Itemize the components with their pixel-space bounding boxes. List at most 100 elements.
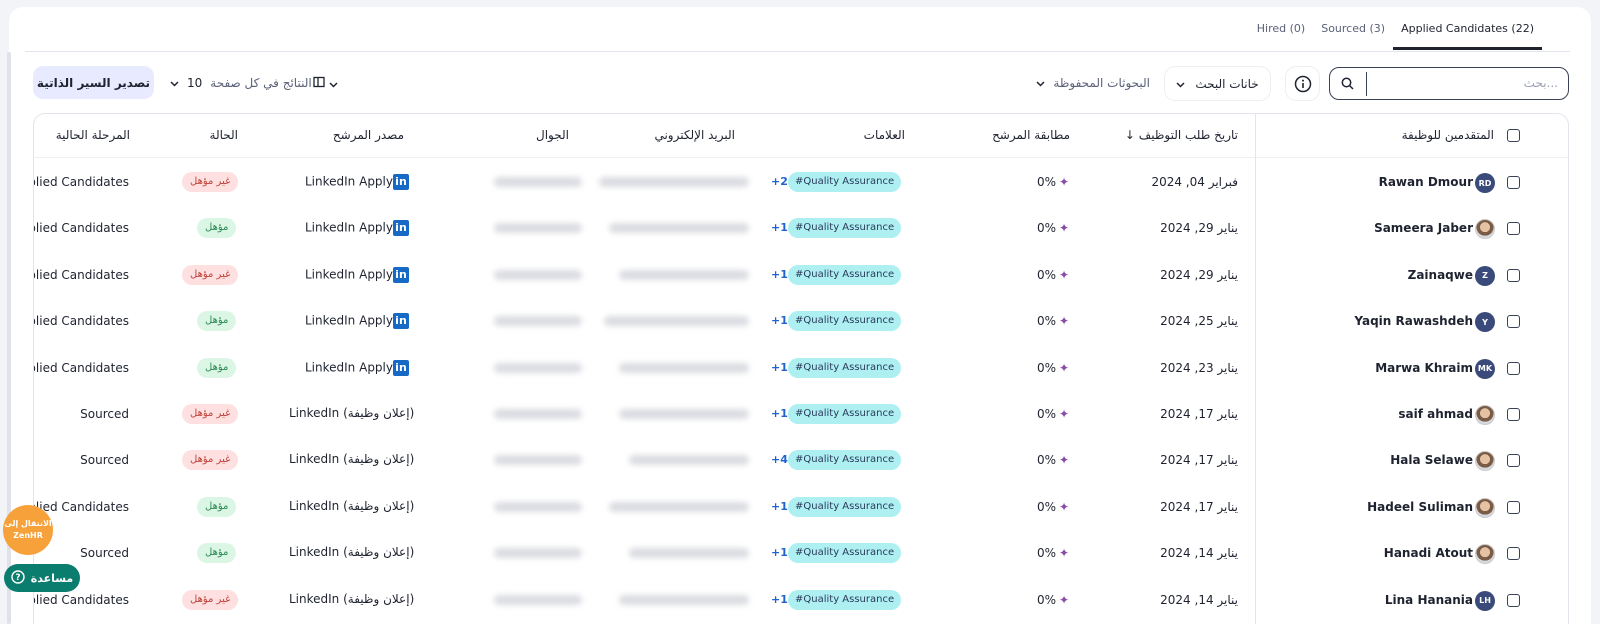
svg-text:?: ? [15,573,20,583]
search-fields-button[interactable]: خانات البحث [1165,67,1270,100]
more-tags-count[interactable]: +1 [771,407,788,420]
header-apply-date[interactable]: تاريخ طلب التوظيف ↓ [1125,128,1238,142]
tag-chip[interactable]: #Quality Assurance [788,404,902,424]
saved-searches-label: البحوثات المحفوظة [1053,76,1150,90]
more-tags-count[interactable]: +1 [771,314,788,327]
switch-to-zenhr-button[interactable]: الانتقال إلى ZenHR [3,505,53,555]
tag-chip[interactable]: #Quality Assurance [788,450,902,471]
columns-toggle[interactable] [313,76,338,91]
table-row[interactable]: saif ahmad يناير 17, 2024 ✦ 0% #Quality … [34,391,1568,437]
row-checkbox[interactable] [1507,361,1520,375]
table-row[interactable]: MK Marwa Khraim يناير 23, 2024 ✦ 0% #Qua… [34,345,1568,391]
row-checkbox[interactable] [1507,593,1520,607]
search-input[interactable]: بحث... [1524,76,1558,90]
more-tags-count[interactable]: +1 [771,221,788,234]
candidate-name[interactable]: Yaqin Rawashdeh [1354,314,1473,328]
tab-sourced[interactable]: (3) Sourced [1313,14,1393,50]
saved-searches-dropdown[interactable]: البحوثات المحفوظة [1036,76,1150,90]
sparkle-icon: ✦ [1059,592,1070,607]
tag-chip[interactable]: #Quality Assurance [788,311,902,332]
table-row[interactable]: LH Lina Hanania يناير 14, 2024 ✦ 0% #Qua… [34,577,1568,623]
status-badge[interactable]: مؤهل [197,218,237,239]
more-tags-count[interactable]: +4 [771,453,788,466]
row-checkbox[interactable] [1507,268,1520,282]
per-page-value: 10 [187,76,203,90]
row-checkbox[interactable] [1507,454,1520,468]
row-checkbox[interactable] [1507,315,1520,329]
current-stage: Sourced [80,407,129,421]
tag-chip[interactable]: #Quality Assurance [788,264,902,285]
tag-chip[interactable]: #Quality Assurance [788,172,902,192]
tag-chip[interactable]: #Quality Assurance [788,589,902,610]
info-button[interactable] [1286,67,1319,100]
export-cvs-button[interactable]: تصدير السير الذاتية [33,66,154,99]
candidate-name[interactable]: saif ahmad [1398,407,1473,421]
candidate-name[interactable]: Lina Hanania [1385,593,1473,607]
tab-applied-candidates[interactable]: (22) Applied Candidates [1393,14,1542,50]
candidate-name[interactable]: Zainaqwe [1408,268,1473,282]
row-checkbox[interactable] [1507,547,1520,561]
status-badge[interactable]: غير مؤهل [182,589,239,610]
more-tags-count[interactable]: +1 [771,593,788,606]
email-value [604,316,749,327]
candidate-name[interactable]: Sameera Jaber [1374,221,1473,235]
table-row[interactable]: Sameera Jaber يناير 29, 2024 ✦ 0% #Quali… [34,205,1568,251]
row-checkbox[interactable] [1507,408,1520,421]
header-source: مصدر المرشح [332,128,404,142]
table-row[interactable]: Hanadi Atout يناير 14, 2024 ✦ 0% #Qualit… [34,530,1568,576]
mobile-value [494,455,582,466]
table-row[interactable]: Y Yaqin Rawashdeh يناير 25, 2024 ✦ 0% #Q… [34,298,1568,344]
tag-chip[interactable]: #Quality Assurance [788,496,902,517]
match-percent: 0% [1037,360,1057,375]
avatar: Y [1475,312,1495,333]
table-row[interactable]: Hadeel Suliman يناير 17, 2024 ✦ 0% #Qual… [34,484,1568,530]
status-badge[interactable]: غير مؤهل [182,404,239,424]
status-badge[interactable]: غير مؤهل [182,450,239,471]
row-checkbox[interactable] [1507,222,1520,236]
search-box[interactable]: بحث... [1329,67,1569,100]
more-tags-count[interactable]: +1 [771,546,788,559]
status-badge[interactable]: مؤهل [197,357,237,378]
status-badge[interactable]: مؤهل [197,543,237,564]
email-value [619,362,749,373]
current-stage: Applied Candidates [34,267,129,282]
sort-arrow-icon: ↓ [1124,128,1135,142]
candidate-name[interactable]: Hanadi Atout [1384,546,1473,560]
more-tags-count[interactable]: +1 [771,268,788,281]
linkedin-icon: in [392,220,409,237]
more-tags-count[interactable]: +1 [771,500,788,513]
avatar [1475,219,1495,240]
more-tags-count[interactable]: +2 [771,175,788,188]
row-checkbox[interactable] [1507,176,1520,189]
candidate-source: LinkedIn Apply in [305,313,409,330]
avatar [1475,405,1495,425]
tag-chip[interactable]: #Quality Assurance [788,357,902,378]
help-button[interactable]: مساعدة ? [4,564,80,592]
status-badge[interactable]: مؤهل [197,311,237,332]
apply-date: يناير 14, 2024 [1160,592,1238,607]
candidate-name[interactable]: Rawan Dmour [1379,175,1473,189]
tag-chip[interactable]: #Quality Assurance [788,218,902,239]
avatar [1475,497,1495,518]
candidate-name[interactable]: Marwa Khraim [1375,361,1473,375]
status-badge[interactable]: غير مؤهل [182,264,239,285]
table-row[interactable]: Z Zainaqwe يناير 29, 2024 ✦ 0% #Quality … [34,252,1568,298]
select-all-checkbox[interactable] [1507,129,1520,142]
per-page-selector[interactable]: النتائج في كل صفحة 10 [170,76,312,90]
row-checkbox[interactable] [1507,500,1520,514]
apply-date: يناير 17, 2024 [1160,407,1238,421]
sparkle-icon: ✦ [1059,453,1070,468]
email-value [619,409,749,419]
candidate-name[interactable]: Hala Selawe [1390,453,1473,467]
more-tags-count[interactable]: +1 [771,361,788,374]
search-icon[interactable] [1341,77,1354,93]
tag-chip[interactable]: #Quality Assurance [788,543,902,564]
status-badge[interactable]: مؤهل [197,496,237,517]
table-row[interactable]: RD Rawan Dmour فبراير 04, 2024 ✦ 0% #Qua… [34,159,1568,205]
candidate-name[interactable]: Hadeel Suliman [1367,500,1473,514]
mobile-value [494,548,582,559]
table-row[interactable]: Hala Selawe يناير 17, 2024 ✦ 0% #Quality… [34,437,1568,483]
tab-hired[interactable]: (0) Hired [1249,14,1313,50]
email-value [629,548,749,559]
status-badge[interactable]: غير مؤهل [182,172,239,192]
